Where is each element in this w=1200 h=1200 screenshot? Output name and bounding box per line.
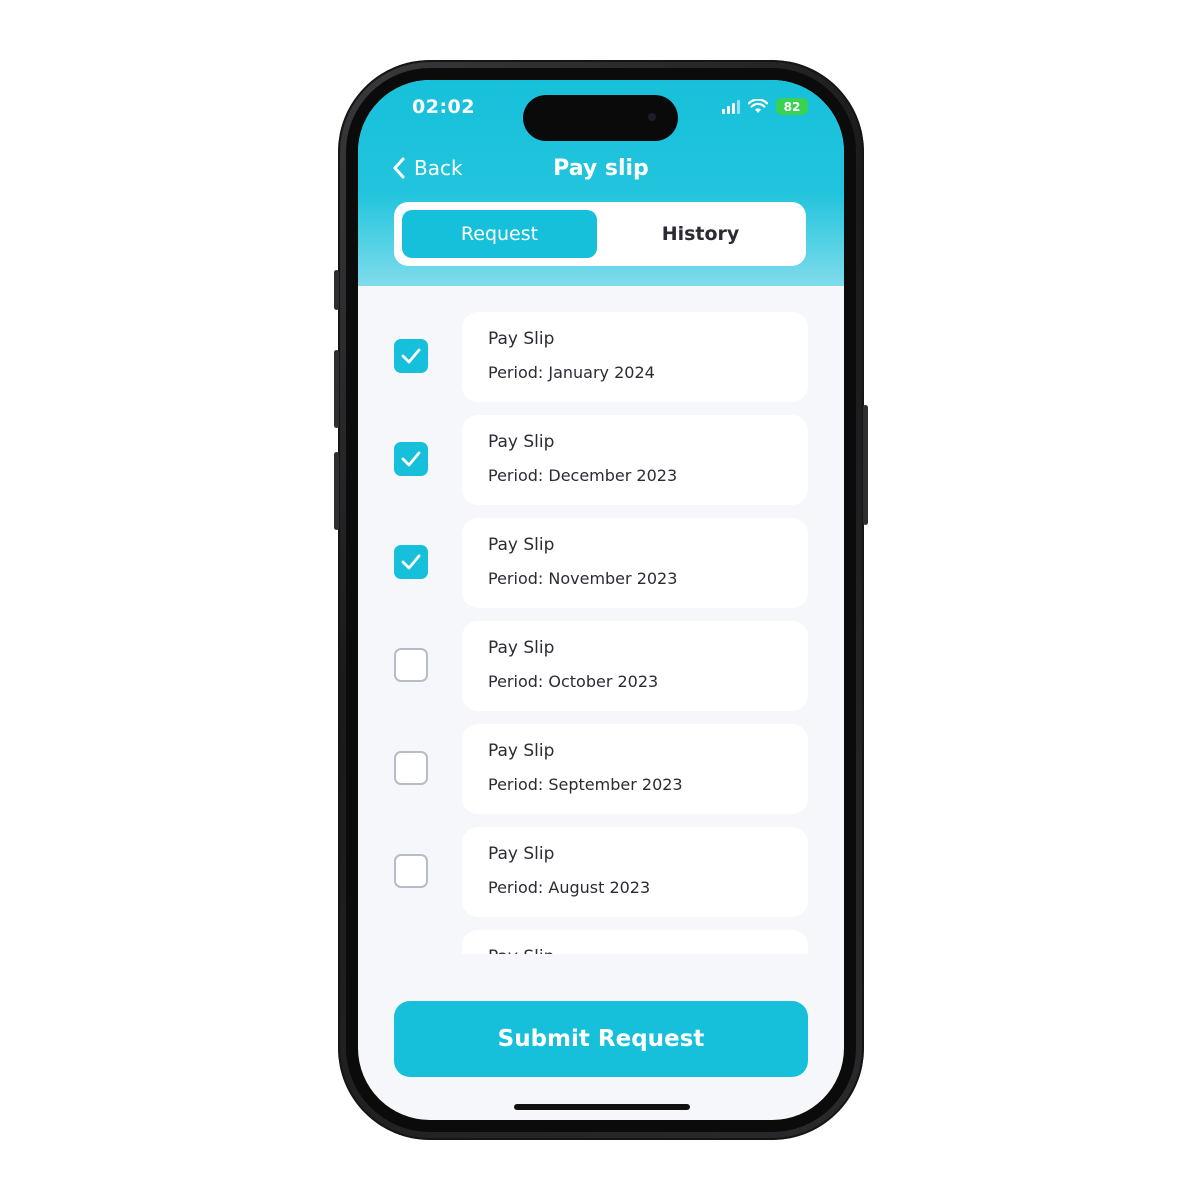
power-button [863, 405, 868, 525]
list-item-partial: Pay Slip [358, 930, 844, 954]
checkmark-icon [401, 554, 421, 570]
list-item: Pay Slip Period: August 2023 [358, 827, 844, 917]
header: 02:02 82 Back Pay slip Request History [358, 80, 844, 286]
payslip-card[interactable]: Pay Slip [462, 930, 808, 954]
card-period: Period: November 2023 [488, 569, 678, 588]
tab-history[interactable]: History [603, 210, 798, 258]
page-title: Pay slip [553, 156, 649, 181]
checkbox-unchecked[interactable] [394, 751, 428, 785]
checkbox-checked[interactable] [394, 442, 428, 476]
payslip-list[interactable]: Pay Slip Period: January 2024 Pay Slip P… [358, 286, 844, 954]
card-title: Pay Slip [488, 844, 555, 864]
checkbox-checked[interactable] [394, 339, 428, 373]
card-period: Period: September 2023 [488, 775, 683, 794]
card-title: Pay Slip [488, 741, 555, 761]
list-item: Pay Slip Period: November 2023 [358, 518, 844, 608]
card-period: Period: August 2023 [488, 878, 651, 897]
card-period: Period: October 2023 [488, 672, 659, 691]
checkbox-unchecked[interactable] [394, 648, 428, 682]
card-period: Period: January 2024 [488, 363, 655, 382]
dynamic-island [523, 95, 678, 141]
list-item: Pay Slip Period: December 2023 [358, 415, 844, 505]
list-item: Pay Slip Period: January 2024 [358, 312, 844, 402]
payslip-card[interactable]: Pay Slip Period: December 2023 [462, 415, 808, 505]
checkmark-icon [401, 451, 421, 467]
status-icons: 82 [722, 98, 808, 115]
app-screen: 02:02 82 Back Pay slip Request History P… [358, 80, 844, 1120]
phone-frame: 02:02 82 Back Pay slip Request History P… [334, 60, 868, 1140]
volume-up-button [334, 350, 339, 428]
card-period: Period: December 2023 [488, 466, 678, 485]
card-title: Pay Slip [488, 432, 555, 452]
home-indicator [514, 1104, 690, 1110]
segmented-control: Request History [394, 202, 806, 266]
submit-request-button[interactable]: Submit Request [394, 1001, 808, 1077]
payslip-card[interactable]: Pay Slip Period: September 2023 [462, 724, 808, 814]
status-time: 02:02 [412, 96, 475, 118]
card-title: Pay Slip [488, 946, 782, 954]
list-item: Pay Slip Period: October 2023 [358, 621, 844, 711]
action-button [334, 270, 339, 310]
list-item: Pay Slip Period: September 2023 [358, 724, 844, 814]
card-title: Pay Slip [488, 535, 555, 555]
card-title: Pay Slip [488, 638, 555, 658]
battery-icon: 82 [776, 98, 808, 115]
volume-down-button [334, 452, 339, 530]
payslip-card[interactable]: Pay Slip Period: August 2023 [462, 827, 808, 917]
checkbox-checked[interactable] [394, 545, 428, 579]
payslip-card[interactable]: Pay Slip Period: November 2023 [462, 518, 808, 608]
cellular-signal-icon [722, 99, 740, 114]
card-title: Pay Slip [488, 329, 555, 349]
tab-request[interactable]: Request [402, 210, 597, 258]
payslip-card[interactable]: Pay Slip Period: October 2023 [462, 621, 808, 711]
camera-dot [648, 113, 656, 121]
checkbox-unchecked[interactable] [394, 854, 428, 888]
checkmark-icon [401, 348, 421, 364]
wifi-icon [748, 99, 768, 113]
payslip-card[interactable]: Pay Slip Period: January 2024 [462, 312, 808, 402]
